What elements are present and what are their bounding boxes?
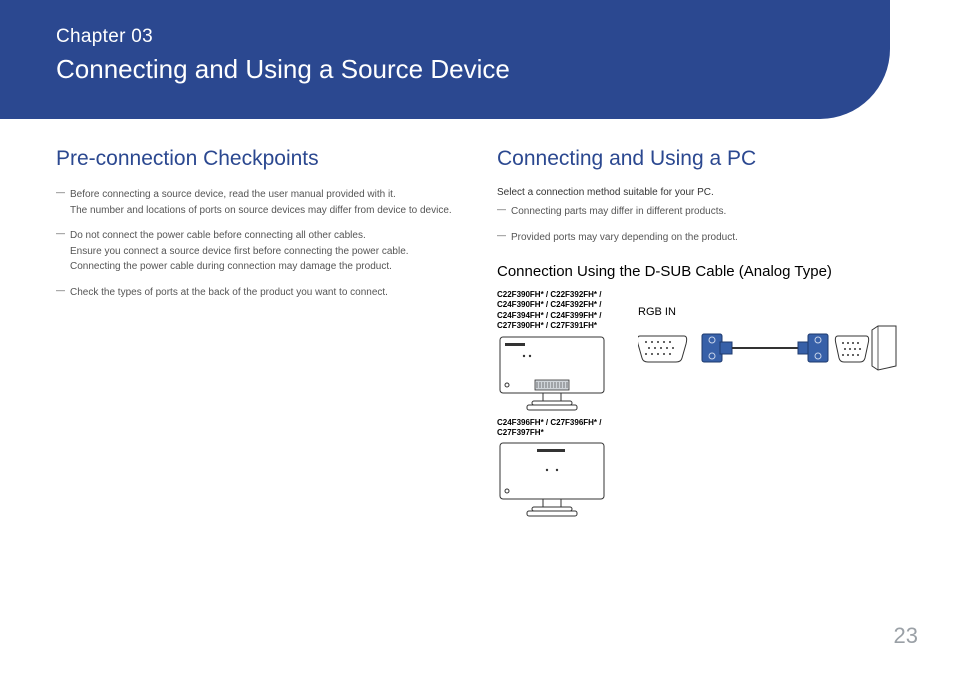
- port-label: RGB IN: [638, 306, 898, 318]
- chapter-banner: Chapter 03 Connecting and Using a Source…: [0, 0, 890, 119]
- preconnection-heading: Pre-connection Checkpoints: [56, 147, 457, 171]
- models-list-top: C22F390FH* / C22F392FH* / C24F390FH* / C…: [497, 290, 626, 332]
- left-column: Pre-connection Checkpoints Before connec…: [56, 147, 457, 518]
- monitor-diagrams-column: C22F390FH* / C22F392FH* / C24F390FH* / C…: [497, 290, 626, 518]
- dsub-subheading: Connection Using the D-SUB Cable (Analog…: [497, 263, 898, 280]
- intro-text: Select a connection method suitable for …: [497, 187, 898, 198]
- chapter-number: Chapter 03: [56, 26, 834, 48]
- note-item: Connecting parts may differ in different…: [497, 204, 898, 220]
- cable-diagram: RGB IN: [638, 290, 898, 385]
- monitor-back-icon: [497, 440, 607, 518]
- connecting-pc-heading: Connecting and Using a PC: [497, 147, 898, 171]
- checkpoint-item: Before connecting a source device, read …: [56, 187, 457, 218]
- page-number: 23: [894, 623, 918, 649]
- monitor-back-icon: [497, 334, 607, 412]
- models-list-bottom: C24F396FH* / C27F396FH* / C27F397FH*: [497, 418, 626, 439]
- chapter-title: Connecting and Using a Source Device: [56, 54, 834, 85]
- diagram-row: C22F390FH* / C22F392FH* / C24F390FH* / C…: [497, 290, 898, 518]
- checkpoint-item: Do not connect the power cable before co…: [56, 228, 457, 275]
- note-item: Provided ports may vary depending on the…: [497, 230, 898, 246]
- dsub-cable-icon: [638, 320, 898, 380]
- checkpoint-item: Check the types of ports at the back of …: [56, 285, 457, 301]
- right-column: Connecting and Using a PC Select a conne…: [497, 147, 898, 518]
- content-columns: Pre-connection Checkpoints Before connec…: [0, 119, 954, 518]
